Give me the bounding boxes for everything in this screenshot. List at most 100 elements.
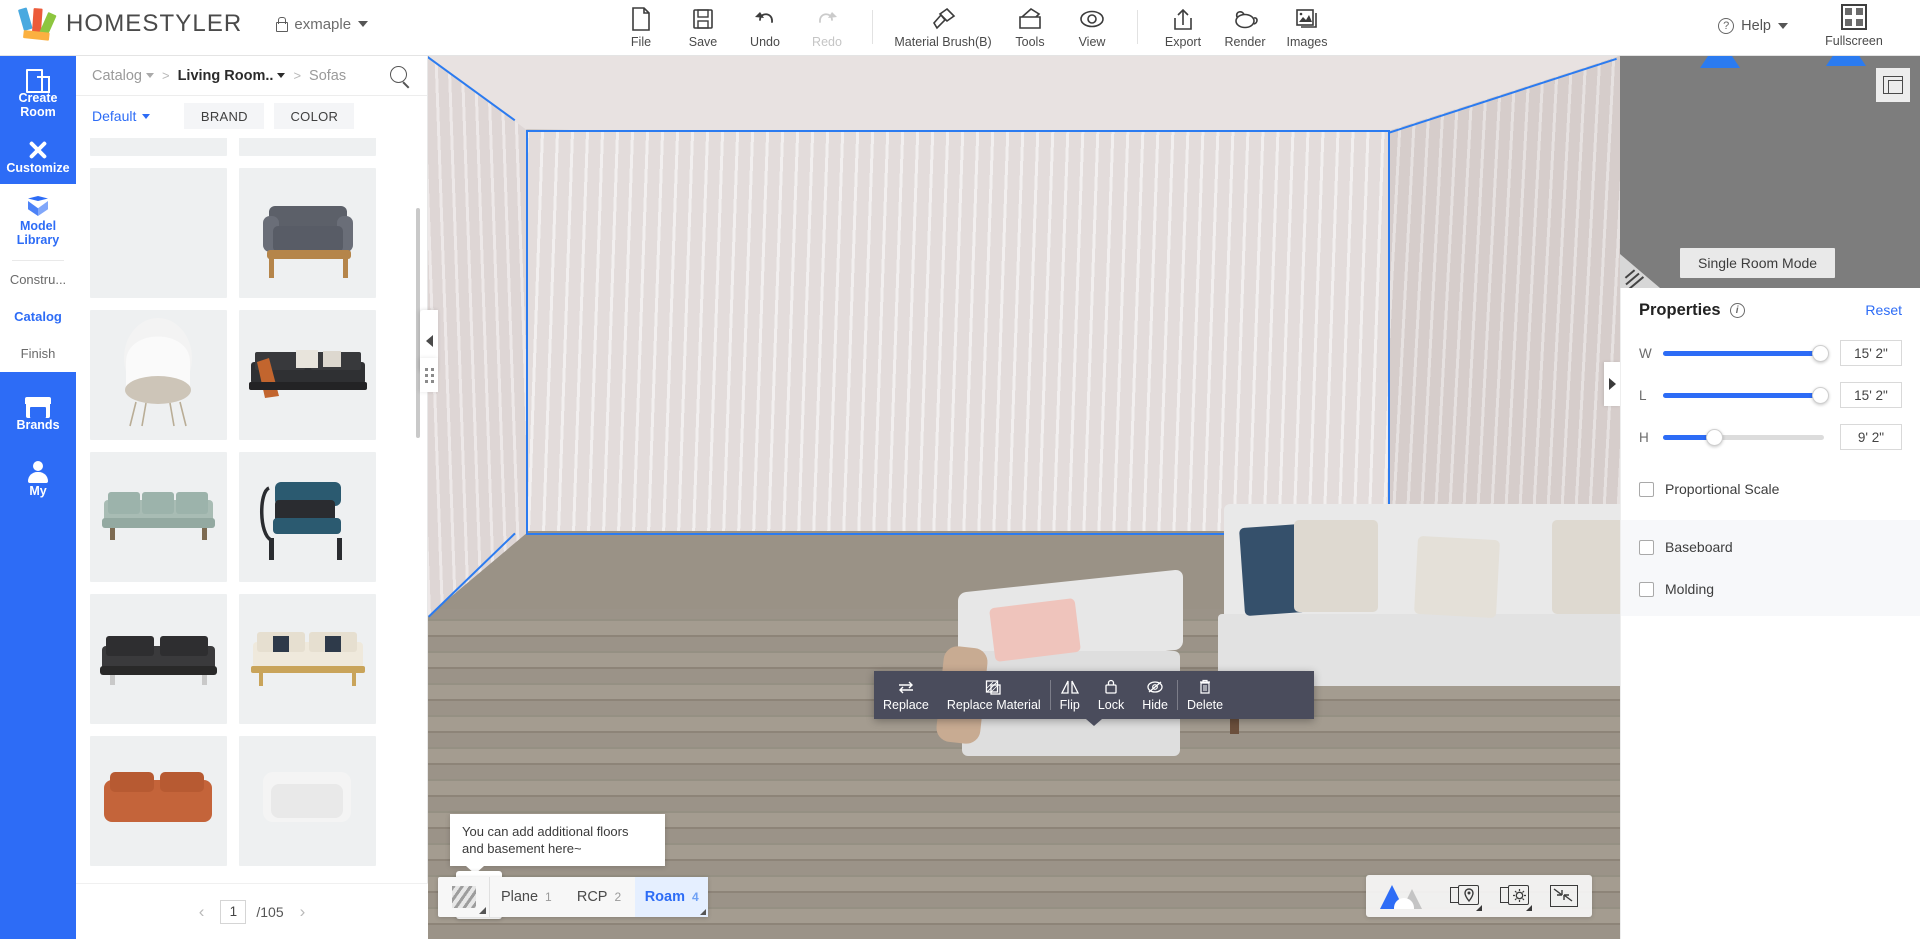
length-slider-knob[interactable] — [1811, 386, 1829, 404]
fullscreen-button[interactable]: Fullscreen — [1808, 4, 1900, 48]
catalog-item[interactable] — [239, 310, 376, 440]
breadcrumb-living-room[interactable]: Living Room.. — [178, 68, 286, 84]
context-replace-material-label: Replace Material — [946, 698, 1041, 712]
checkbox-proportional-scale[interactable]: Proportional Scale — [1621, 468, 1920, 510]
catalog-item[interactable] — [239, 168, 376, 298]
toolbar-render[interactable]: Render — [1214, 0, 1276, 56]
context-hide-button[interactable]: Hide — [1133, 671, 1177, 719]
context-lock-button[interactable]: Lock — [1089, 671, 1133, 719]
toolbar-images[interactable]: Images — [1276, 0, 1338, 56]
checkbox-icon[interactable] — [1639, 539, 1654, 555]
tab-plane[interactable]: Plane 1 — [490, 877, 563, 917]
width-slider-knob[interactable] — [1811, 344, 1829, 362]
room-edge — [526, 130, 1390, 132]
pillow — [989, 597, 1081, 663]
property-row-length: L 15' 2" — [1621, 374, 1920, 416]
context-hide-label: Hide — [1142, 698, 1168, 712]
sidebar-item-customize[interactable]: Customize — [0, 128, 76, 184]
pagination-page-input[interactable]: 1 — [220, 899, 247, 924]
project-name: exmaple — [294, 15, 352, 33]
swap-icon — [897, 678, 915, 696]
height-slider-knob[interactable] — [1705, 428, 1723, 446]
tab-roam[interactable]: Roam 4 — [635, 877, 709, 917]
sidebar-item-finish[interactable]: Finish — [0, 335, 76, 372]
project-selector[interactable]: exmaple — [274, 15, 369, 33]
sidebar-item-create-room[interactable]: Create Room — [0, 56, 76, 128]
info-icon[interactable]: i — [1729, 302, 1745, 318]
room-icon — [26, 67, 50, 93]
catalog-item[interactable] — [239, 594, 376, 724]
sidebar-item-catalog[interactable]: Catalog — [0, 298, 76, 335]
hatch-icon — [451, 886, 476, 908]
toolbar-export[interactable]: Export — [1152, 0, 1214, 56]
object-context-menu: Replace Replace Material Flip Lock Hide … — [874, 671, 1314, 726]
shrink-icon[interactable] — [1550, 885, 1578, 907]
catalog-item[interactable] — [90, 138, 227, 156]
filter-color-button[interactable]: COLOR — [274, 103, 355, 129]
length-value[interactable]: 15' 2" — [1840, 382, 1902, 408]
checkbox-icon[interactable] — [1639, 581, 1654, 597]
layer-icon-button[interactable] — [438, 877, 490, 917]
sidebar-item-my[interactable]: My — [0, 449, 76, 507]
export-icon — [1172, 6, 1194, 32]
mountain-icon[interactable] — [1380, 883, 1432, 909]
breadcrumb-sofas[interactable]: Sofas — [309, 68, 346, 84]
filter-brand-button[interactable]: BRAND — [184, 103, 265, 129]
width-label: W — [1639, 345, 1652, 361]
toolbar-file[interactable]: File — [610, 0, 672, 56]
brush-icon — [930, 6, 956, 32]
chevron-left-icon — [425, 335, 433, 347]
height-slider[interactable] — [1663, 428, 1824, 446]
catalog-filters: Default BRAND COLOR — [76, 96, 427, 136]
toolbar-tools[interactable]: Tools — [999, 0, 1061, 56]
toolbar-undo[interactable]: Undo — [734, 0, 796, 56]
catalog-item[interactable] — [239, 452, 376, 582]
width-slider[interactable] — [1663, 344, 1829, 362]
context-replace-button[interactable]: Replace — [874, 671, 938, 719]
context-replace-material-button[interactable]: Replace Material — [938, 671, 1050, 719]
catalog-item[interactable] — [90, 736, 227, 866]
toolbar-material-brush[interactable]: Material Brush(B) — [887, 0, 999, 56]
camera-location-icon[interactable] — [1450, 883, 1482, 911]
reset-button[interactable]: Reset — [1865, 302, 1902, 318]
catalog-item[interactable] — [90, 594, 227, 724]
toolbar-save[interactable]: Save — [672, 0, 734, 56]
tab-rcp[interactable]: RCP 2 — [563, 877, 636, 917]
breadcrumb-catalog[interactable]: Catalog — [92, 68, 154, 84]
sort-dropdown[interactable]: Default — [92, 108, 151, 124]
pagination-next[interactable]: › — [294, 902, 312, 922]
search-icon[interactable] — [389, 65, 411, 87]
checkbox-baseboard[interactable]: Baseboard — [1621, 526, 1920, 568]
toolbar-redo-label: Redo — [812, 35, 842, 49]
width-value[interactable]: 15' 2" — [1840, 340, 1902, 366]
back-wall[interactable] — [526, 131, 1390, 531]
context-flip-button[interactable]: Flip — [1051, 671, 1089, 719]
sidebar-item-construction[interactable]: Constru... — [0, 261, 76, 298]
collapse-properties-button[interactable] — [1604, 362, 1620, 406]
checkbox-molding[interactable]: Molding — [1621, 568, 1920, 610]
single-room-mode-button[interactable]: Single Room Mode — [1680, 248, 1836, 278]
catalog-item[interactable] — [90, 310, 227, 440]
catalog-item[interactable] — [90, 452, 227, 582]
height-value[interactable]: 9' 2" — [1840, 424, 1902, 450]
toolbar-redo[interactable]: Redo — [796, 0, 858, 56]
catalog-item[interactable] — [90, 168, 227, 298]
fullscreen-icon — [1841, 4, 1867, 30]
minimap-panel[interactable]: Single Room Mode — [1620, 56, 1920, 288]
expand-minimap-icon[interactable] — [1876, 68, 1910, 102]
length-slider[interactable] — [1663, 386, 1829, 404]
catalog-item[interactable] — [239, 736, 376, 866]
catalog-grid[interactable] — [76, 138, 428, 873]
chevron-down-icon — [1778, 23, 1788, 29]
camera-settings-icon[interactable] — [1500, 883, 1532, 911]
catalog-item[interactable] — [239, 138, 376, 156]
help-menu[interactable]: ? Help — [1718, 18, 1788, 34]
3d-viewport[interactable]: Replace Replace Material Flip Lock Hide … — [428, 56, 1620, 939]
toolbar-view[interactable]: View — [1061, 0, 1123, 56]
pagination-prev[interactable]: ‹ — [193, 902, 211, 922]
sidebar-item-brands[interactable]: Brands — [0, 386, 76, 441]
panel-resize-handle[interactable] — [420, 358, 438, 392]
context-delete-button[interactable]: Delete — [1178, 671, 1232, 719]
checkbox-icon[interactable] — [1639, 481, 1654, 497]
sidebar-item-model-library[interactable]: Model Library — [0, 184, 76, 256]
